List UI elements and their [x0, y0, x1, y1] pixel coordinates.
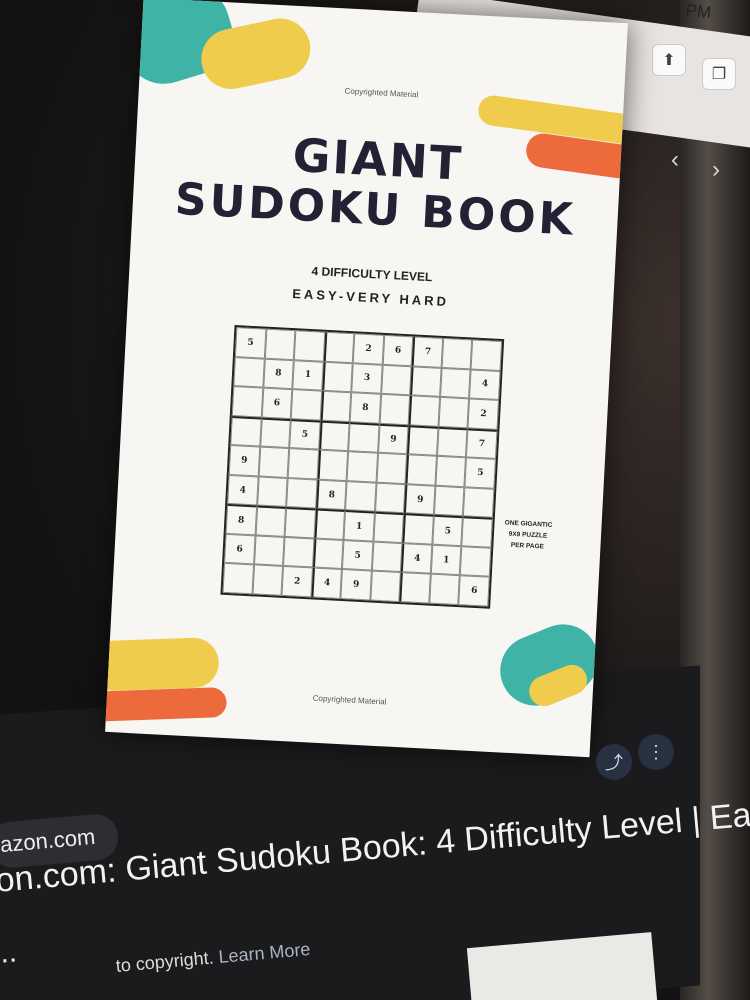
sudoku-cell: 8	[262, 358, 294, 390]
sudoku-cell	[374, 482, 406, 514]
sudoku-cell	[252, 564, 284, 596]
sudoku-cell	[290, 389, 322, 421]
sudoku-cell	[256, 476, 288, 508]
sudoku-cell	[438, 396, 470, 429]
sudoku-cell	[321, 361, 353, 393]
photo-scene: 5:38 PM ⬆ ❐ ‹ › Copyrighted Material GIA…	[0, 0, 750, 1000]
sudoku-cell	[255, 505, 287, 537]
sudoku-cell	[399, 572, 431, 604]
sudoku-cell	[231, 386, 263, 418]
sudoku-cell	[230, 415, 262, 447]
sudoku-cell: 1	[343, 510, 375, 542]
sudoku-cell	[471, 339, 503, 371]
sudoku-cell: 2	[467, 398, 499, 430]
sudoku-cell: 1	[292, 359, 324, 391]
sudoku-cell	[405, 454, 437, 486]
sudoku-cell: 5	[432, 515, 464, 547]
sudoku-cell: 7	[466, 428, 498, 460]
sudoku-cell	[370, 570, 402, 603]
sudoku-cell: 3	[351, 362, 383, 394]
sudoku-cell	[348, 421, 380, 453]
tabs-icon[interactable]: ❐	[702, 58, 736, 90]
sudoku-cell	[346, 451, 378, 483]
sudoku-cell	[317, 449, 349, 481]
sudoku-cell	[259, 417, 291, 449]
sudoku-cell: 4	[311, 567, 343, 599]
copyright-notice: Copyrighted Material	[344, 86, 419, 100]
sudoku-cell	[441, 337, 473, 370]
sudoku-cell	[410, 365, 442, 397]
sudoku-cell: 8	[315, 479, 347, 511]
sudoku-cell	[402, 513, 434, 545]
sudoku-cell	[312, 538, 344, 570]
sudoku-cell: 5	[342, 539, 374, 571]
chevron-right-icon[interactable]: ›	[712, 156, 720, 184]
sudoku-cell: 1	[430, 544, 462, 576]
sudoku-cell: 8	[349, 392, 381, 424]
sudoku-cell	[284, 507, 316, 539]
sudoku-cell: 6	[458, 575, 490, 607]
sudoku-cell	[429, 574, 461, 606]
sudoku-cell	[286, 477, 318, 509]
sudoku-cell	[463, 487, 495, 519]
sudoku-cell: 5	[234, 327, 266, 359]
sudoku-cell	[407, 424, 439, 457]
sudoku-cell	[435, 456, 467, 488]
share-icon[interactable]: ⬆	[652, 44, 686, 76]
status-clock: 5:38 PM	[647, 0, 713, 23]
sudoku-cell	[264, 328, 296, 360]
sudoku-cell: 6	[261, 387, 293, 419]
sudoku-cell	[293, 330, 325, 362]
sudoku-cell: 5	[464, 457, 496, 489]
sudoku-cell: 5	[289, 418, 321, 450]
sudoku-cell	[373, 511, 405, 543]
sudoku-cell: 9	[228, 445, 260, 477]
puzzle-note-line: PER PAGE	[510, 541, 545, 551]
sudoku-cell	[439, 367, 472, 399]
sudoku-cell: 8	[225, 504, 257, 536]
sudoku-cell	[253, 535, 285, 567]
sudoku-cell	[318, 420, 350, 452]
sudoku-cell	[345, 480, 377, 512]
sudoku-cell: 4	[227, 474, 259, 506]
sudoku-cell	[433, 485, 465, 517]
sudoku-cell: 6	[224, 533, 256, 565]
sudoku-cell	[320, 390, 352, 422]
sudoku-cell: 9	[377, 423, 409, 455]
sudoku-cell	[233, 356, 265, 388]
sudoku-cell	[376, 452, 408, 484]
sudoku-cell	[408, 395, 440, 427]
sudoku-cell	[258, 446, 290, 478]
share-icon[interactable]: ⤴	[596, 744, 632, 780]
sudoku-cell: 9	[404, 483, 436, 516]
puzzle-note: ONE GIGANTIC 9X9 PUZZLE PER PAGE	[497, 517, 559, 553]
sudoku-cell	[461, 516, 493, 548]
sudoku-cell	[222, 563, 254, 595]
book-cover-image[interactable]: Copyrighted Material GIANT SUDOKU BOOK 4…	[105, 0, 628, 758]
sudoku-cell: 4	[469, 369, 501, 401]
sudoku-cell: 9	[340, 569, 372, 601]
more-vertical-icon[interactable]: ⋮	[638, 734, 674, 770]
sudoku-cell	[380, 364, 412, 396]
sudoku-cell	[287, 448, 319, 480]
sudoku-cell	[436, 426, 468, 458]
sudoku-cell: 2	[352, 333, 385, 365]
sudoku-cell	[314, 508, 346, 540]
sudoku-cell	[460, 546, 492, 578]
sudoku-cell: 2	[281, 566, 313, 598]
sudoku-cell: 6	[382, 334, 414, 366]
sudoku-cell	[379, 393, 411, 425]
result-ellipsis: ..	[0, 935, 19, 970]
sudoku-cell	[283, 536, 315, 568]
chevron-left-icon[interactable]: ‹	[671, 146, 679, 174]
sudoku-cell: 7	[411, 336, 444, 368]
sudoku-cell: 4	[401, 542, 433, 575]
sudoku-cell	[371, 541, 403, 573]
sudoku-cell	[323, 331, 355, 363]
sudoku-grid: 526781346825979548981565412496	[220, 325, 505, 609]
book-cover: Copyrighted Material GIANT SUDOKU BOOK 4…	[105, 0, 628, 758]
